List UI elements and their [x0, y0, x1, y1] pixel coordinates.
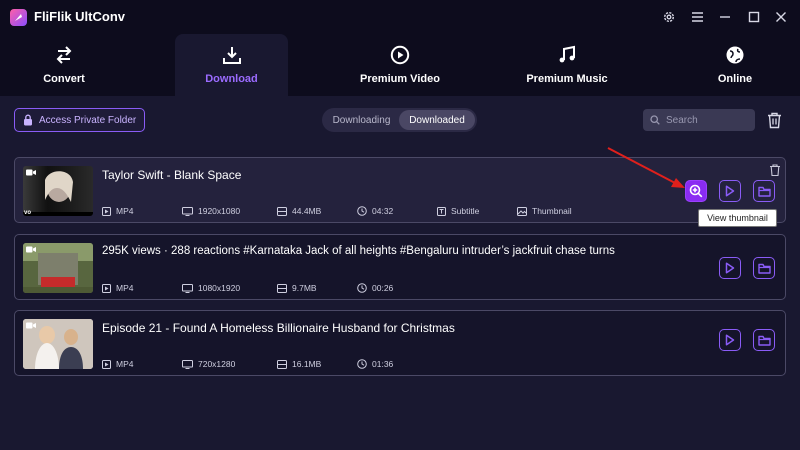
play-button[interactable]	[719, 329, 741, 351]
app-title: FliFlik UltConv	[34, 9, 125, 24]
monitor-icon	[182, 359, 193, 369]
play-circle-icon	[390, 45, 410, 65]
clock-icon	[357, 283, 367, 293]
play-button[interactable]	[719, 257, 741, 279]
meta-duration: 04:32	[357, 206, 393, 216]
meta-subtitle: Subtitle	[437, 206, 479, 216]
tab-label: Convert	[43, 73, 85, 85]
access-private-folder-label: Access Private Folder	[39, 114, 137, 126]
tab-label: Premium Video	[360, 73, 440, 85]
download-tray-icon	[222, 47, 241, 64]
search-icon	[650, 115, 660, 125]
zoom-in-icon	[689, 184, 703, 198]
storage-icon	[277, 206, 287, 216]
video-camera-icon	[26, 169, 36, 176]
subtitle-icon	[437, 206, 446, 216]
video-thumbnail: vo	[23, 166, 93, 216]
lock-icon	[24, 114, 32, 126]
main-tabs: Convert Download Premium Video Premium M…	[0, 34, 800, 96]
play-button[interactable]	[719, 180, 741, 202]
meta-duration: 01:36	[357, 359, 393, 369]
minimize-icon[interactable]	[717, 9, 733, 25]
item-title: 295K views · 288 reactions #Karnataka Ja…	[102, 245, 615, 257]
globe-icon	[726, 46, 744, 64]
thumb-badge: vo	[24, 210, 32, 216]
monitor-icon	[182, 283, 193, 293]
tab-download[interactable]: Download	[175, 34, 288, 96]
folder-icon	[757, 186, 771, 197]
swap-arrows-icon	[56, 46, 72, 64]
view-thumbnail-tooltip: View thumbnail	[698, 209, 777, 227]
storage-icon	[277, 283, 287, 293]
list-item[interactable]: 295K views · 288 reactions #Karnataka Ja…	[14, 234, 786, 300]
meta-size: 44.4MB	[277, 206, 321, 216]
meta-duration: 00:26	[357, 283, 393, 293]
close-icon[interactable]	[773, 9, 789, 25]
segment-downloading[interactable]: Downloading	[324, 110, 399, 130]
open-folder-button[interactable]	[753, 180, 775, 202]
storage-icon	[277, 359, 287, 369]
video-thumbnail	[23, 243, 93, 293]
item-title: Taylor Swift - Blank Space	[102, 168, 242, 182]
play-icon	[725, 262, 735, 274]
list-item[interactable]: Episode 21 - Found A Homeless Billionair…	[14, 310, 786, 376]
tab-label: Download	[205, 73, 258, 85]
clock-icon	[357, 206, 367, 216]
list-item[interactable]: vo Taylor Swift - Blank Space MP4 1920x1…	[14, 157, 786, 223]
title-bar: FliFlik UltConv	[0, 0, 800, 34]
meta-resolution: 720x1280	[182, 359, 235, 369]
video-thumbnail	[23, 319, 93, 369]
file-video-icon	[102, 283, 111, 293]
search-box	[643, 109, 755, 131]
file-video-icon	[102, 359, 111, 369]
delete-item-trash-icon[interactable]	[769, 163, 781, 177]
menu-icon[interactable]	[689, 9, 705, 25]
tab-label: Premium Music	[526, 73, 608, 85]
meta-format: MP4	[102, 359, 133, 369]
clock-icon	[357, 359, 367, 369]
meta-thumbnail: Thumbnail	[517, 206, 572, 216]
delete-all-trash-icon[interactable]	[765, 110, 783, 130]
meta-resolution: 1920x1080	[182, 206, 240, 216]
image-icon	[517, 206, 527, 216]
play-icon	[725, 185, 735, 197]
video-camera-icon	[26, 246, 36, 253]
app-logo-icon	[10, 9, 27, 26]
download-panel: Access Private Folder Downloading Downlo…	[0, 96, 800, 450]
music-note-icon	[559, 45, 575, 63]
tab-premium-music[interactable]: Premium Music	[512, 34, 622, 96]
download-status-toggle: Downloading Downloaded	[322, 108, 477, 132]
play-icon	[725, 334, 735, 346]
meta-format: MP4	[102, 206, 133, 216]
maximize-icon[interactable]	[746, 9, 762, 25]
tab-label: Online	[717, 73, 753, 85]
meta-resolution: 1080x1920	[182, 283, 240, 293]
segment-downloaded[interactable]: Downloaded	[399, 110, 475, 130]
meta-size: 16.1MB	[277, 359, 321, 369]
meta-size: 9.7MB	[277, 283, 317, 293]
folder-icon	[757, 335, 771, 346]
item-title: Episode 21 - Found A Homeless Billionair…	[102, 321, 455, 335]
monitor-icon	[182, 206, 193, 216]
open-folder-button[interactable]	[753, 257, 775, 279]
file-video-icon	[102, 206, 111, 216]
meta-format: MP4	[102, 283, 133, 293]
search-input[interactable]	[666, 114, 746, 126]
tab-convert[interactable]: Convert	[14, 34, 114, 96]
access-private-folder-button[interactable]: Access Private Folder	[14, 108, 145, 132]
tab-premium-video[interactable]: Premium Video	[345, 34, 455, 96]
settings-gear-icon[interactable]	[661, 9, 677, 25]
tab-online[interactable]: Online	[690, 34, 780, 96]
folder-icon	[757, 263, 771, 274]
open-folder-button[interactable]	[753, 329, 775, 351]
view-thumbnail-button[interactable]	[685, 180, 707, 202]
video-camera-icon	[26, 322, 36, 329]
